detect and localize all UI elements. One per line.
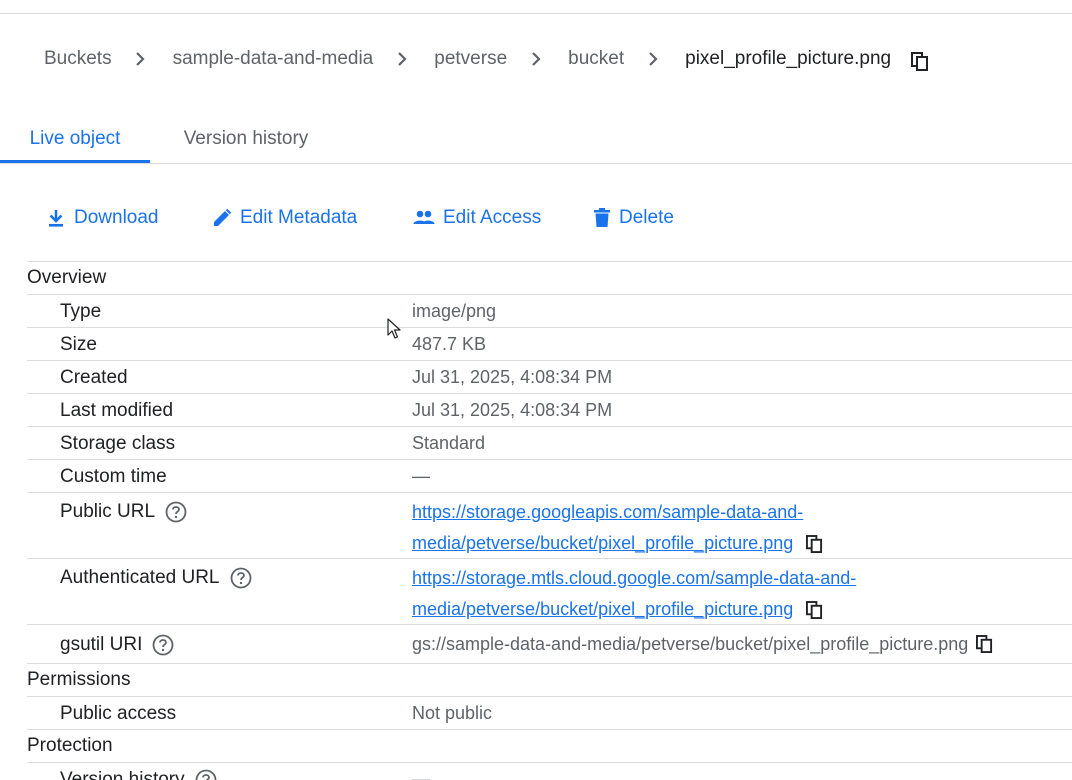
copy-icon[interactable] [806, 600, 823, 620]
edit-metadata-button[interactable]: Edit Metadata [212, 200, 357, 236]
breadcrumb-item-folder-bucket[interactable]: bucket [568, 48, 624, 70]
detail-label: Public URL [60, 501, 187, 523]
download-button[interactable]: Download [46, 200, 159, 236]
authenticated-url-link-line-1[interactable]: https://storage.mtls.cloud.google.com/sa… [412, 568, 856, 588]
detail-label: Version history [60, 769, 217, 780]
detail-row-authenticated-url: Authenticated URL https://storage.mtls.c… [27, 559, 1072, 625]
gsutil-uri-value: gs://sample-data-and-media/petverse/buck… [412, 634, 993, 655]
detail-row-storage-class: Storage class Standard [27, 427, 1072, 460]
public-url-link-line-1[interactable]: https://storage.googleapis.com/sample-da… [412, 502, 803, 522]
mouse-pointer-icon [387, 318, 401, 345]
section-heading-overview: Overview [27, 262, 1072, 295]
delete-label: Delete [619, 207, 674, 228]
detail-label: Last modified [60, 400, 174, 421]
pencil-icon [212, 208, 232, 228]
detail-label: Type [60, 301, 102, 322]
breadcrumb-item-bucket-root[interactable]: sample-data-and-media [173, 48, 374, 70]
authenticated-url-link-line-2[interactable]: media/petverse/bucket/pixel_profile_pict… [412, 599, 793, 619]
edit-access-label: Edit Access [443, 207, 542, 228]
action-bar: Download Edit Metadata Edit Access Delet… [0, 200, 1072, 236]
detail-row-public-url: Public URL https://storage.googleapis.co… [27, 493, 1072, 559]
authenticated-url-label: Authenticated URL [60, 567, 220, 588]
detail-value: Standard [412, 433, 486, 453]
edit-access-button[interactable]: Edit Access [413, 200, 541, 236]
detail-row-gsutil-uri: gsutil URI gs://sample-data-and-media/pe… [27, 625, 1072, 664]
authenticated-url-value: https://storage.mtls.cloud.google.com/sa… [412, 563, 932, 625]
copy-icon[interactable] [976, 635, 993, 654]
section-heading-protection: Protection [27, 730, 1072, 763]
edit-metadata-label: Edit Metadata [240, 207, 358, 228]
detail-label: Created [60, 367, 128, 388]
detail-value: Jul 31, 2025, 4:08:34 PM [412, 400, 613, 420]
detail-row-type: Type image/png [27, 295, 1072, 328]
detail-label: Size [60, 334, 97, 355]
detail-value: — [412, 466, 430, 486]
download-label: Download [74, 207, 159, 228]
detail-value: Not public [412, 703, 493, 723]
detail-label: Storage class [60, 433, 176, 454]
breadcrumb-item-folder-petverse[interactable]: petverse [434, 48, 507, 70]
download-icon [46, 208, 66, 228]
public-url-value: https://storage.googleapis.com/sample-da… [412, 497, 932, 559]
object-details-page: Buckets sample-data-and-media petverse b… [0, 0, 1072, 780]
public-url-link-line-2[interactable]: media/petverse/bucket/pixel_profile_pict… [412, 533, 793, 553]
section-heading-permissions: Permissions [27, 664, 1072, 697]
gsutil-uri-label: gsutil URI [60, 634, 143, 655]
gsutil-uri-text: gs://sample-data-and-media/petverse/buck… [412, 634, 969, 654]
public-url-label: Public URL [60, 501, 156, 522]
detail-row-size: Size 487.7 KB [27, 328, 1072, 361]
people-icon [413, 209, 435, 227]
breadcrumb: Buckets sample-data-and-media petverse b… [44, 44, 929, 74]
detail-value: image/png [412, 301, 497, 321]
copy-icon[interactable] [806, 534, 823, 554]
help-icon[interactable] [152, 634, 174, 656]
detail-row-created: Created Jul 31, 2025, 4:08:34 PM [27, 361, 1072, 394]
trash-icon [593, 208, 611, 228]
chevron-right-icon [646, 52, 659, 66]
help-icon[interactable] [230, 567, 252, 589]
top-divider [0, 13, 1072, 14]
chevron-right-icon [529, 52, 542, 66]
detail-label: Authenticated URL [60, 567, 252, 589]
detail-label: Public access [60, 703, 177, 724]
breadcrumb-item-buckets[interactable]: Buckets [44, 48, 112, 70]
chevron-right-icon [395, 52, 408, 66]
detail-row-version-history: Version history — [27, 763, 1072, 780]
detail-row-last-modified: Last modified Jul 31, 2025, 4:08:34 PM [27, 394, 1072, 427]
breadcrumb-current-object: pixel_profile_picture.png [685, 48, 892, 69]
chevron-right-icon [134, 52, 147, 66]
copy-icon[interactable] [911, 52, 929, 72]
detail-label: Custom time [60, 466, 167, 487]
object-details-table: Overview Type image/png Size 487.7 KB Cr… [27, 261, 1072, 780]
detail-label: gsutil URI [60, 634, 174, 656]
detail-row-custom-time: Custom time — [27, 460, 1072, 493]
detail-row-public-access: Public access Not public [27, 697, 1072, 730]
detail-value: Jul 31, 2025, 4:08:34 PM [412, 367, 613, 387]
tab-live-object[interactable]: Live object [0, 116, 150, 163]
detail-value: — [412, 769, 430, 780]
detail-value: 487.7 KB [412, 334, 487, 354]
object-tabs: Live object Version history [0, 116, 1072, 164]
tab-version-history[interactable]: Version history [150, 116, 342, 162]
help-icon[interactable] [165, 501, 187, 523]
help-icon[interactable] [195, 769, 217, 780]
delete-button[interactable]: Delete [593, 200, 674, 236]
version-history-label: Version history [60, 769, 185, 780]
